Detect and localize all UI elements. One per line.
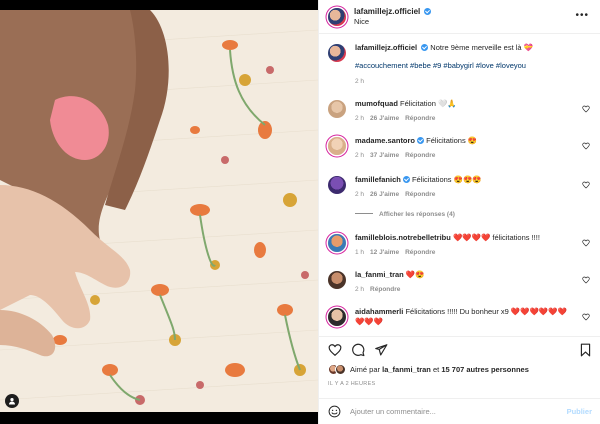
comment-username[interactable]: aidahammerli: [355, 307, 403, 316]
reply-button[interactable]: Répondre: [405, 115, 435, 122]
bookmark-icon[interactable]: [579, 343, 592, 357]
commenter-avatar[interactable]: [328, 176, 346, 194]
reply-button[interactable]: Répondre: [405, 191, 435, 198]
commenter-avatar[interactable]: [328, 308, 346, 326]
liker-avatar[interactable]: [335, 364, 346, 375]
user-tags-button[interactable]: [5, 394, 19, 408]
publish-button[interactable]: Publier: [567, 407, 592, 416]
liked-by-prefix: Aimé par: [350, 365, 381, 374]
comment-body: madame.santoro Félicitations 😍 2 h 37 J'a…: [355, 136, 575, 161]
emoji-icon[interactable]: [328, 405, 341, 418]
comment-bubble-icon[interactable]: [351, 343, 365, 357]
post-actions: Aimé par la_fanmi_tran et 15 707 autres …: [319, 336, 600, 390]
comment-time[interactable]: 2 h: [355, 152, 364, 159]
add-comment-bar: Publier: [319, 398, 600, 424]
comment-username[interactable]: mumofquad: [355, 99, 398, 108]
comment-text: Félicitations 😍: [426, 136, 478, 145]
instagram-post-modal: lafamillejz.officiel Nice ••• lafamillej…: [0, 0, 600, 424]
verified-badge-icon: [402, 176, 410, 183]
comment-body: aidahammerli Félicitations !!!!! Du bonh…: [355, 307, 575, 327]
like-heart-icon[interactable]: [328, 343, 342, 357]
reply-button[interactable]: Répondre: [405, 249, 435, 256]
comment-body: familleblois.notrebelletribu ❤️❤️❤️❤️ fé…: [355, 233, 575, 258]
post-side-panel: lafamillejz.officiel Nice ••• lafamillej…: [318, 0, 600, 424]
show-replies-label: Afficher les réponses (4): [379, 211, 455, 218]
author-username[interactable]: lafamillejz.officiel: [354, 7, 420, 16]
caption: lafamillejz.officiel Notre 9ème merveill…: [328, 43, 594, 87]
heart-icon[interactable]: [582, 239, 590, 247]
comment-username[interactable]: famillefanich: [355, 175, 401, 184]
comment-text: Félicitation 🤍🙏: [400, 99, 457, 108]
comment-time[interactable]: 2 h: [355, 286, 364, 293]
comment-item: madame.santoro Félicitations 😍 2 h 37 J'a…: [328, 136, 594, 161]
comment-item: aidahammerli Félicitations !!!!! Du bonh…: [328, 307, 594, 327]
likes-summary: Aimé par la_fanmi_tran et 15 707 autres …: [328, 364, 529, 375]
comment-input[interactable]: [350, 407, 540, 416]
post-photo[interactable]: [0, 10, 318, 412]
comment-username[interactable]: la_fanmi_tran: [355, 270, 404, 279]
heart-icon[interactable]: [582, 181, 590, 189]
heart-icon[interactable]: [582, 276, 590, 284]
comment-item: mumofquad Félicitation 🤍🙏 2 h 26 J'aime Ré…: [328, 99, 594, 124]
action-icons: [328, 343, 388, 357]
liked-by-middle: et: [432, 365, 440, 374]
commenter-avatar[interactable]: [328, 271, 346, 289]
comment-body: la_fanmi_tran ❤️😍 2 h Répondre: [355, 270, 575, 295]
verified-badge-icon: [417, 137, 425, 144]
post-photo-panel: [0, 0, 318, 424]
post-location[interactable]: Nice: [354, 17, 431, 27]
comment-text: Félicitations 😍😍😍: [411, 175, 482, 184]
comment-item: la_fanmi_tran ❤️😍 2 h Répondre: [328, 270, 594, 295]
share-paper-plane-icon[interactable]: [374, 343, 388, 357]
liked-by-user[interactable]: la_fanmi_tran: [382, 365, 431, 374]
photo-illustration: [0, 10, 318, 412]
heart-icon[interactable]: [582, 142, 590, 150]
comment-item: familleblois.notrebelletribu ❤️❤️❤️❤️ fé…: [328, 233, 594, 258]
caption-hashtags[interactable]: #accouchement #bebe #9 #babygirl #love #…: [355, 61, 575, 71]
comment-likes[interactable]: 26 J'aime: [370, 191, 399, 198]
post-time[interactable]: IL Y A 2 HEURES: [328, 381, 376, 387]
comment-username[interactable]: madame.santoro: [355, 136, 415, 145]
caption-text: Notre 9ème merveille est là 💝: [430, 43, 534, 52]
heart-icon[interactable]: [582, 105, 590, 113]
author-info: lafamillejz.officiel Nice: [354, 7, 432, 27]
comment-likes[interactable]: 37 J'aime: [370, 152, 399, 159]
caption-time[interactable]: 2 h: [355, 78, 364, 85]
comment-time[interactable]: 1 h: [355, 249, 364, 256]
verified-badge-icon: [424, 7, 432, 15]
comment-time[interactable]: 2 h: [355, 115, 364, 122]
user-icon: [9, 398, 15, 405]
reply-button[interactable]: Répondre: [370, 286, 400, 293]
heart-icon[interactable]: [582, 313, 590, 321]
commenter-avatar[interactable]: [328, 137, 346, 155]
commenter-avatar[interactable]: [328, 234, 346, 252]
likes-count[interactable]: 15 707 autres personnes: [441, 365, 529, 374]
reply-button[interactable]: Répondre: [405, 152, 435, 159]
comment-likes[interactable]: 26 J'aime: [370, 115, 399, 122]
verified-badge-icon: [421, 44, 429, 51]
commenter-avatar[interactable]: [328, 100, 346, 118]
replies-divider: [355, 213, 373, 214]
show-replies-button[interactable]: Afficher les réponses (4): [355, 211, 455, 218]
caption-username[interactable]: lafamillejz.officiel: [355, 43, 417, 52]
comment-username[interactable]: familleblois.notrebelletribu: [355, 233, 451, 242]
comment-item: famillefanich Félicitations 😍😍😍 2 h 26 J'…: [328, 175, 594, 200]
comments-list[interactable]: lafamillejz.officiel Notre 9ème merveill…: [319, 34, 600, 336]
comment-text: ❤️❤️❤️❤️ félicitations !!!!: [452, 233, 540, 242]
comment-time[interactable]: 2 h: [355, 191, 364, 198]
more-horizontal-icon[interactable]: •••: [575, 10, 589, 21]
post-header: lafamillejz.officiel Nice •••: [319, 0, 600, 34]
author-avatar[interactable]: [328, 7, 346, 26]
caption-body: lafamillejz.officiel Notre 9ème merveill…: [355, 43, 575, 87]
author-avatar[interactable]: [328, 44, 346, 62]
comment-body: famillefanich Félicitations 😍😍😍 2 h 26 J'…: [355, 175, 575, 200]
comment-text: ❤️😍: [405, 270, 425, 279]
comment-body: mumofquad Félicitation 🤍🙏 2 h 26 J'aime Ré…: [355, 99, 575, 124]
comment-likes[interactable]: 12 J'aime: [370, 249, 399, 256]
